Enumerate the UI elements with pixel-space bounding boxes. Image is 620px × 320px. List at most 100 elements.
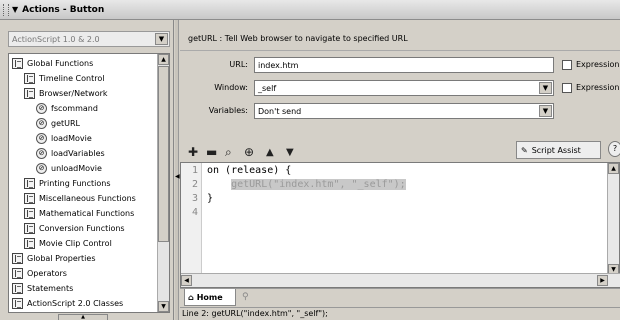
code-line[interactable]: }: [207, 193, 213, 204]
scroll-up-icon[interactable]: ▲: [158, 54, 169, 65]
wand-icon: ✎: [521, 145, 528, 155]
actionscript-version-select[interactable]: ActionScript 1.0 & 2.0 ▼: [8, 31, 170, 47]
scroll-left-icon[interactable]: ◀: [181, 275, 192, 286]
tree-item-label: Mathematical Functions: [39, 209, 135, 218]
tree-item[interactable]: Miscellaneous Functions: [24, 191, 136, 206]
collapse-left-icon[interactable]: ◀: [175, 173, 180, 180]
editor-horizontal-scrollbar[interactable]: ◀ ▶: [181, 273, 620, 287]
tree-item[interactable]: Conversion Functions: [24, 221, 125, 236]
tree-item-label: loadVariables: [51, 149, 105, 158]
find-icon[interactable]: ⌕: [225, 145, 232, 160]
tree-item[interactable]: Browser/Network: [24, 86, 108, 101]
tree-item[interactable]: Timeline Control: [24, 71, 104, 86]
url-label: URL:: [229, 60, 248, 69]
scroll-down-icon[interactable]: ▼: [158, 301, 169, 312]
code-editor[interactable]: 1 2 3 4 ▲ ▼ ◀ ▶ on (release) { getURL("inde…: [180, 162, 620, 288]
book-icon: [24, 88, 35, 99]
panel-titlebar[interactable]: ▼ Actions - Button: [0, 0, 620, 20]
tree-item-label: Statements: [27, 284, 74, 293]
remove-icon[interactable]: ▬: [206, 145, 217, 159]
chevron-down-icon[interactable]: ▼: [539, 105, 552, 117]
chevron-down-icon[interactable]: ▼: [155, 33, 168, 45]
function-icon: ⊘: [36, 148, 47, 159]
action-description: getURL : Tell Web browser to navigate to…: [188, 34, 408, 43]
add-icon[interactable]: ✚: [188, 145, 198, 159]
book-icon: [12, 268, 23, 279]
function-icon: ⊘: [36, 163, 47, 174]
tree-scrollbar[interactable]: ▲ ▼: [157, 54, 169, 312]
tree-item[interactable]: Mathematical Functions: [24, 206, 134, 221]
window-expression-checkbox[interactable]: [562, 83, 572, 93]
triangle-down-icon[interactable]: ▼: [12, 5, 18, 14]
script-pane: getURL : Tell Web browser to navigate to…: [180, 20, 620, 320]
move-up-icon[interactable]: ▲: [266, 147, 274, 158]
line-number: 1: [191, 165, 198, 176]
tree-item[interactable]: Operators: [12, 266, 67, 281]
url-input[interactable]: index.htm: [254, 57, 554, 73]
tree-item[interactable]: ActionScript 2.0 Classes: [12, 296, 123, 311]
tree-item-label: Browser/Network: [39, 89, 108, 98]
variables-label: Variables:: [208, 106, 248, 115]
book-icon: [24, 223, 35, 234]
variables-select[interactable]: Don't send ▼: [254, 103, 554, 119]
tree-item[interactable]: ⊘ fscommand: [36, 101, 98, 116]
function-icon: ⊘: [36, 118, 47, 129]
chevron-down-icon[interactable]: ▼: [539, 82, 552, 94]
help-icon[interactable]: ?: [608, 141, 620, 157]
variables-value: Don't send: [258, 106, 302, 116]
book-icon: [24, 208, 35, 219]
script-assist-label: Script Assist: [531, 145, 581, 155]
tree-item[interactable]: Statements: [12, 281, 73, 296]
code-line[interactable]: getURL("index.htm", "_self");: [207, 179, 406, 190]
url-expression-label: Expression: [576, 60, 620, 69]
function-icon: ⊘: [36, 103, 47, 114]
pane-splitter[interactable]: ◀: [175, 20, 180, 320]
tree-item[interactable]: ⊘ unloadMovie: [36, 161, 102, 176]
function-icon: ⊘: [36, 133, 47, 144]
editor-vertical-scrollbar[interactable]: ▲ ▼: [607, 163, 619, 275]
tree-item[interactable]: ⊘ loadVariables: [36, 146, 105, 161]
divider: [180, 50, 620, 51]
tree-item-label: fscommand: [51, 104, 98, 113]
tree-item-label: loadMovie: [51, 134, 92, 143]
tree-item-label: getURL: [51, 119, 81, 128]
code-line[interactable]: on (release) {: [207, 165, 291, 176]
tree-item[interactable]: Global Functions: [12, 56, 93, 71]
book-icon: [24, 73, 35, 84]
book-icon: [12, 253, 23, 264]
scroll-right-icon[interactable]: ▶: [597, 275, 608, 286]
tree-item-label: Movie Clip Control: [39, 239, 112, 248]
script-assist-button[interactable]: ✎ Script Assist: [516, 141, 601, 159]
target-icon[interactable]: ⊕: [244, 145, 254, 159]
version-select-value: ActionScript 1.0 & 2.0: [12, 34, 100, 44]
tree-item-label: Printing Functions: [39, 179, 111, 188]
home-icon: ⌂: [188, 292, 194, 302]
move-down-icon[interactable]: ▼: [286, 147, 294, 158]
grip-icon[interactable]: [3, 3, 9, 16]
tree-item-label: Global Functions: [27, 59, 94, 68]
pin-icon[interactable]: ⚲: [242, 292, 249, 302]
tree-item[interactable]: Movie Clip Control: [24, 236, 112, 251]
status-bar: Line 2: getURL("index.htm", "_self");: [180, 307, 620, 320]
actions-toolbox: ActionScript 1.0 & 2.0 ▼ ▲ ▼ Global Func…: [0, 20, 174, 320]
book-icon: [12, 58, 23, 69]
scroll-up-icon[interactable]: ▲: [608, 163, 619, 174]
splitter-handle[interactable]: ▲: [58, 314, 108, 320]
line-number: 4: [191, 207, 198, 218]
tree-item[interactable]: Global Properties: [12, 251, 96, 266]
tree-item-label: Global Properties: [27, 254, 96, 263]
tab-home[interactable]: ⌂ Home: [184, 289, 236, 306]
panel-title: Actions - Button: [22, 4, 105, 15]
tree-item-label: Timeline Control: [39, 74, 105, 83]
line-number-gutter: 1 2 3 4: [181, 163, 202, 275]
book-icon: [24, 238, 35, 249]
url-expression-checkbox[interactable]: [562, 60, 572, 70]
window-value: _self: [258, 83, 277, 93]
selected-code[interactable]: getURL("index.htm", "_self");: [231, 179, 406, 190]
tree-item[interactable]: ⊘ loadMovie: [36, 131, 92, 146]
scroll-thumb[interactable]: [158, 66, 169, 242]
tree-item[interactable]: Printing Functions: [24, 176, 111, 191]
line-number: 2: [191, 179, 198, 190]
tree-item[interactable]: ⊘ getURL: [36, 116, 80, 131]
window-select[interactable]: _self ▼: [254, 80, 554, 96]
